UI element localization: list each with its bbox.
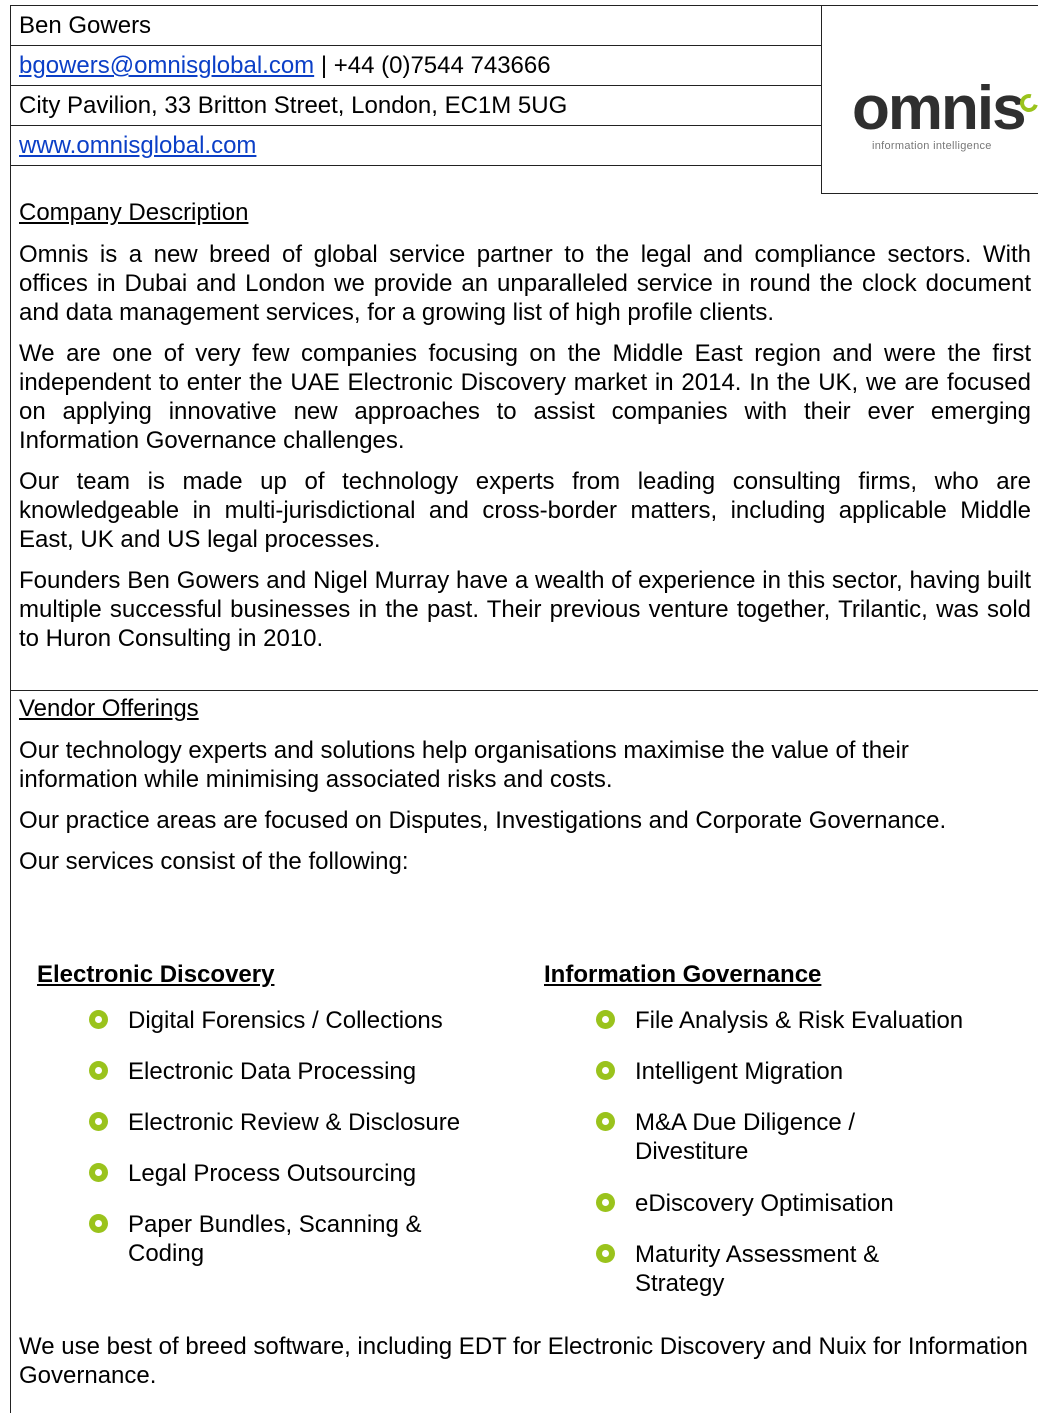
website-row: www.omnisglobal.com bbox=[11, 126, 821, 166]
bullet-icon bbox=[89, 1061, 108, 1080]
website-link[interactable]: www.omnisglobal.com bbox=[19, 132, 256, 159]
list-item-label: Digital Forensics / Collections bbox=[128, 1007, 443, 1034]
company-paragraph: Founders Ben Gowers and Nigel Murray hav… bbox=[19, 567, 1031, 652]
vendor-offerings-section: Vendor Offerings Our technology experts … bbox=[11, 694, 1038, 876]
contact-name-row: Ben Gowers bbox=[11, 6, 821, 46]
bullet-icon bbox=[596, 1193, 615, 1212]
electronic-discovery-heading-text: Electronic Discovery bbox=[37, 961, 275, 988]
list-item: Intelligent Migration bbox=[596, 1057, 1036, 1086]
list-item: Electronic Data Processing bbox=[89, 1057, 509, 1086]
vendor-paragraph: Our practice areas are focused on Disput… bbox=[19, 807, 947, 834]
logo-tagline: information intelligence bbox=[872, 140, 992, 152]
list-item: eDiscovery Optimisation bbox=[596, 1189, 1036, 1218]
closing-section: We use best of breed software, including… bbox=[11, 1332, 1038, 1390]
bullet-icon bbox=[89, 1214, 108, 1233]
list-item-label: Intelligent Migration bbox=[635, 1058, 844, 1085]
list-item: Electronic Review & Disclosure bbox=[89, 1108, 509, 1137]
list-item: M&A Due Diligence / Divestiture bbox=[596, 1108, 896, 1166]
list-item: Legal Process Outsourcing bbox=[89, 1159, 509, 1188]
bullet-icon bbox=[596, 1244, 615, 1263]
list-item-label: Electronic Data Processing bbox=[128, 1058, 417, 1085]
list-item: Paper Bundles, Scanning & Coding bbox=[89, 1210, 449, 1268]
list-item-label: Legal Process Outsourcing bbox=[128, 1160, 417, 1187]
list-item-label: eDiscovery Optimisation bbox=[635, 1190, 894, 1217]
company-description-title: Company Description bbox=[19, 199, 249, 226]
bullet-icon bbox=[596, 1010, 615, 1029]
list-item-label: Maturity Assessment & Strategy bbox=[635, 1241, 880, 1297]
list-item: File Analysis & Risk Evaluation bbox=[596, 1006, 1036, 1035]
information-governance-heading-text: Information Governance bbox=[544, 961, 822, 988]
address-row: City Pavilion, 33 Britton Street, London… bbox=[11, 86, 821, 126]
contact-details: Ben Gowers bgowers@omnisglobal.com | +44… bbox=[11, 6, 821, 166]
email-link[interactable]: bgowers@omnisglobal.com bbox=[19, 52, 314, 79]
list-item-label: Paper Bundles, Scanning & Coding bbox=[128, 1211, 422, 1267]
company-paragraph: We are one of very few companies focusin… bbox=[19, 340, 1031, 454]
bullet-icon bbox=[596, 1061, 615, 1080]
logo-cell: omnis information intelligence bbox=[821, 6, 1038, 194]
bullet-icon bbox=[89, 1010, 108, 1029]
contact-sheet: Ben Gowers bgowers@omnisglobal.com | +44… bbox=[10, 5, 1038, 1413]
contact-email-row: bgowers@omnisglobal.com | +44 (0)7544 74… bbox=[11, 46, 821, 86]
bullet-icon bbox=[89, 1112, 108, 1131]
list-item-label: Electronic Review & Disclosure bbox=[128, 1109, 461, 1136]
list-item-label: File Analysis & Risk Evaluation bbox=[635, 1007, 964, 1034]
omnis-logo: omnis bbox=[852, 74, 1027, 143]
company-paragraph: Omnis is a new breed of global service p… bbox=[19, 241, 1031, 326]
information-governance-heading: Information Governance bbox=[544, 960, 821, 990]
closing-paragraph: We use best of breed software, including… bbox=[19, 1333, 1028, 1389]
bullet-icon bbox=[89, 1163, 108, 1182]
address: City Pavilion, 33 Britton Street, London… bbox=[19, 92, 568, 119]
section-divider bbox=[11, 690, 1038, 691]
bullet-icon bbox=[596, 1112, 615, 1131]
vendor-paragraph: Our technology experts and solutions hel… bbox=[19, 737, 909, 793]
electronic-discovery-heading: Electronic Discovery bbox=[37, 960, 274, 990]
company-paragraph: Our team is made up of technology expert… bbox=[19, 468, 1031, 553]
vendor-offerings-title: Vendor Offerings bbox=[19, 695, 199, 722]
contact-name: Ben Gowers bbox=[19, 12, 152, 39]
list-item: Digital Forensics / Collections bbox=[89, 1006, 509, 1035]
vendor-paragraph: Our services consist of the following: bbox=[19, 848, 409, 875]
list-item: Maturity Assessment & Strategy bbox=[596, 1240, 896, 1298]
company-description-section: Company Description Omnis is a new breed… bbox=[11, 198, 1038, 653]
phone-number: | +44 (0)7544 743666 bbox=[314, 52, 551, 79]
list-item-label: M&A Due Diligence / Divestiture bbox=[635, 1109, 856, 1165]
